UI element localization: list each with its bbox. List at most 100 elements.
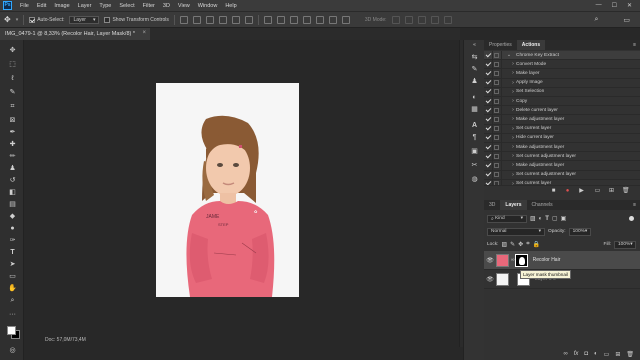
action-item[interactable]: › Set current adjustment layer bbox=[484, 170, 640, 180]
distribute-center-icon[interactable] bbox=[315, 15, 324, 24]
add-mask-icon[interactable]: ◘ bbox=[584, 351, 588, 357]
menu-3d[interactable]: 3D bbox=[159, 3, 174, 9]
lock-transparent-icon[interactable]: ▨ bbox=[501, 241, 507, 248]
action-item[interactable]: › Make adjustment layer bbox=[484, 161, 640, 171]
delete-layer-icon[interactable]: 🗑 bbox=[626, 351, 634, 358]
kind-filter-dropdown[interactable]: ⌕ Kind ▾ bbox=[487, 214, 527, 223]
align-right-icon[interactable] bbox=[205, 15, 214, 24]
action-toggle-checkbox[interactable] bbox=[484, 97, 493, 106]
dialog-toggle[interactable] bbox=[493, 124, 502, 133]
new-group-icon[interactable]: ▭ bbox=[604, 351, 610, 358]
panel-menu-icon[interactable]: ≡ bbox=[633, 40, 640, 50]
pen-tool-icon[interactable]: ✑ bbox=[8, 236, 17, 245]
auto-select-dropdown[interactable]: Layer ▾ bbox=[69, 15, 100, 24]
quick-select-tool-icon[interactable]: ✎ bbox=[8, 88, 17, 97]
menu-image[interactable]: Image bbox=[50, 3, 73, 9]
search-icon[interactable]: ⌕ bbox=[594, 16, 598, 24]
visibility-eye-icon[interactable]: 👁 bbox=[484, 257, 496, 264]
chevron-right-icon[interactable]: › bbox=[502, 135, 516, 141]
lock-image-icon[interactable]: ✎ bbox=[510, 241, 515, 248]
action-toggle-checkbox[interactable] bbox=[484, 51, 493, 60]
chevron-right-icon[interactable]: › bbox=[502, 98, 516, 104]
action-toggle-checkbox[interactable] bbox=[484, 170, 493, 179]
action-item[interactable]: › Delete current layer bbox=[484, 106, 640, 116]
hand-tool-icon[interactable]: ✋ bbox=[8, 284, 17, 293]
dialog-toggle[interactable] bbox=[493, 133, 502, 142]
dodge-tool-icon[interactable]: ● bbox=[8, 224, 17, 233]
dialog-toggle[interactable] bbox=[493, 143, 502, 152]
minimize-button[interactable]: — bbox=[596, 2, 602, 9]
action-item[interactable]: › Set current adjustment layer bbox=[484, 152, 640, 162]
new-set-icon[interactable]: ▭ bbox=[594, 188, 601, 195]
action-toggle-checkbox[interactable] bbox=[484, 124, 493, 133]
distribute-right-icon[interactable] bbox=[328, 15, 337, 24]
3d-slide-icon[interactable] bbox=[430, 15, 439, 24]
distribute-top-icon[interactable] bbox=[263, 15, 272, 24]
rectangle-tool-icon[interactable]: ▭ bbox=[8, 272, 17, 281]
action-item[interactable]: ⌄ Chrome Key Extract bbox=[484, 51, 640, 61]
gradient-tool-icon[interactable]: ▤ bbox=[8, 200, 17, 209]
filter-smart-object-icon[interactable]: ▣ bbox=[561, 215, 567, 222]
chevron-right-icon[interactable]: › bbox=[502, 172, 516, 178]
type-tool-icon[interactable]: T bbox=[8, 248, 17, 257]
filter-pixel-icon[interactable]: ▨ bbox=[530, 215, 536, 222]
move-tool-icon[interactable]: ✥ bbox=[8, 46, 17, 55]
3d-drag-icon[interactable] bbox=[417, 15, 426, 24]
dialog-toggle[interactable] bbox=[493, 69, 502, 78]
close-tab-icon[interactable]: × bbox=[142, 30, 146, 36]
tab-3d[interactable]: 3D bbox=[484, 200, 500, 210]
record-icon[interactable]: ● bbox=[564, 188, 571, 195]
menu-window[interactable]: Window bbox=[194, 3, 222, 9]
lock-position-icon[interactable]: ✥ bbox=[518, 241, 523, 248]
path-selection-tool-icon[interactable]: ➤ bbox=[8, 260, 17, 269]
chevron-right-icon[interactable]: › bbox=[502, 162, 516, 168]
dialog-toggle[interactable] bbox=[493, 115, 502, 124]
layer-row-recolor-hair[interactable]: 👁 ∞ Recolor Hair bbox=[484, 251, 640, 270]
auto-select-checkbox[interactable]: Auto-Select: bbox=[29, 16, 64, 23]
menu-layer[interactable]: Layer bbox=[74, 3, 96, 9]
auto-align-icon[interactable] bbox=[341, 15, 350, 24]
align-left-icon[interactable] bbox=[179, 15, 188, 24]
visibility-eye-icon[interactable]: 👁 bbox=[484, 276, 496, 283]
document-tab[interactable]: IMG_0479-1 @ 8,33% (Recolor Hair, Layer … bbox=[0, 28, 150, 40]
chevron-down-icon[interactable]: ⌄ bbox=[502, 52, 516, 58]
paragraph-panel-icon[interactable]: ¶ bbox=[470, 134, 479, 142]
align-middle-icon[interactable] bbox=[231, 15, 240, 24]
history-brush-tool-icon[interactable]: ↺ bbox=[8, 176, 17, 185]
tab-layers[interactable]: Layers bbox=[500, 200, 527, 210]
layer-name[interactable]: Recolor Hair bbox=[533, 257, 561, 263]
move-tool-icon[interactable]: ✥ bbox=[4, 15, 11, 24]
tool-preset-arrow-icon[interactable]: ▾ bbox=[16, 17, 19, 23]
link-layers-icon[interactable]: ∞ bbox=[563, 351, 567, 357]
layer-thumbnail[interactable] bbox=[496, 272, 509, 286]
menu-type[interactable]: Type bbox=[95, 3, 115, 9]
color-panel-icon[interactable]: ◐ bbox=[470, 94, 479, 102]
brush-settings-icon[interactable]: ✎ bbox=[470, 66, 479, 74]
action-item[interactable]: › Make adjustment layer bbox=[484, 143, 640, 153]
action-toggle-checkbox[interactable] bbox=[484, 78, 493, 87]
filter-toggle-icon[interactable] bbox=[629, 216, 634, 221]
dialog-toggle[interactable] bbox=[493, 60, 502, 69]
action-toggle-checkbox[interactable] bbox=[484, 161, 493, 170]
fill-field[interactable]: 100% ▾ bbox=[614, 240, 636, 249]
history-panel-icon[interactable]: ⇆ bbox=[470, 54, 479, 62]
action-toggle-checkbox[interactable] bbox=[484, 133, 493, 142]
healing-brush-tool-icon[interactable]: ✚ bbox=[8, 140, 17, 149]
action-item[interactable]: › Make adjustment layer bbox=[484, 115, 640, 125]
tab-actions[interactable]: Actions bbox=[516, 40, 546, 50]
action-toggle-checkbox[interactable] bbox=[484, 60, 493, 69]
frame-tool-icon[interactable]: ⊠ bbox=[8, 116, 17, 125]
more-tools-icon[interactable]: ··· bbox=[8, 310, 17, 319]
action-item[interactable]: › Apply Image bbox=[484, 78, 640, 88]
quick-mask-icon[interactable]: ◎ bbox=[8, 346, 17, 355]
3d-roll-icon[interactable] bbox=[404, 15, 413, 24]
action-toggle-checkbox[interactable] bbox=[484, 106, 493, 115]
opacity-field[interactable]: 100% ▾ bbox=[568, 227, 591, 236]
lasso-tool-icon[interactable]: ℓ bbox=[8, 74, 17, 83]
action-item[interactable]: › Copy bbox=[484, 97, 640, 107]
layers-menu-icon[interactable]: ≡ bbox=[633, 200, 640, 210]
align-center-icon[interactable] bbox=[192, 15, 201, 24]
chevron-right-icon[interactable]: › bbox=[502, 89, 516, 95]
zoom-tool-icon[interactable]: ⌕ bbox=[8, 296, 17, 305]
blur-tool-icon[interactable]: ◆ bbox=[8, 212, 17, 221]
